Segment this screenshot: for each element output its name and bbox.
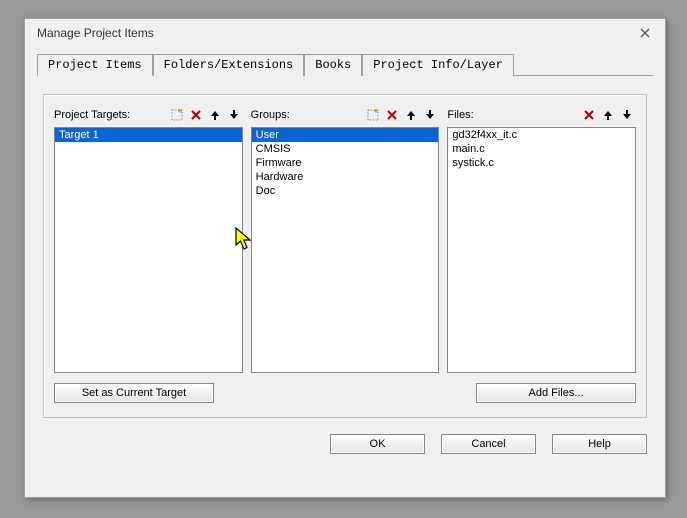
list-item[interactable]: systick.c	[448, 156, 635, 170]
add-files-button[interactable]: Add Files...	[476, 383, 636, 403]
down-arrow-icon	[621, 109, 633, 121]
groups-listbox[interactable]: User CMSIS Firmware Hardware Doc	[251, 127, 440, 373]
groups-header: Groups:	[251, 105, 440, 125]
files-down-button[interactable]	[618, 106, 636, 124]
list-item[interactable]: Doc	[252, 184, 439, 198]
files-column: Files: gd32f4xx_it.c main.c systick.c	[447, 105, 636, 373]
dialog-button-row: OK Cancel Help	[25, 426, 665, 466]
tab-strip: Project Items Folders/Extensions Books P…	[25, 47, 665, 75]
dialog-window: Manage Project Items Project Items Folde…	[24, 18, 666, 498]
down-arrow-icon	[424, 109, 436, 121]
groups-up-button[interactable]	[402, 106, 420, 124]
delete-icon	[386, 109, 398, 121]
tab-project-items[interactable]: Project Items	[37, 54, 153, 76]
cancel-button[interactable]: Cancel	[441, 434, 536, 454]
close-button[interactable]	[633, 23, 657, 43]
list-item[interactable]: Firmware	[252, 156, 439, 170]
list-item[interactable]: Target 1	[55, 128, 242, 142]
set-current-target-button[interactable]: Set as Current Target	[54, 383, 214, 403]
targets-header: Project Targets:	[54, 105, 243, 125]
targets-column: Project Targets: Target 1	[54, 105, 243, 373]
help-button[interactable]: Help	[552, 434, 647, 454]
files-label: Files:	[447, 109, 579, 121]
targets-listbox[interactable]: Target 1	[54, 127, 243, 373]
list-item[interactable]: Hardware	[252, 170, 439, 184]
down-arrow-icon	[228, 109, 240, 121]
delete-icon	[190, 109, 202, 121]
below-buttons-row: Set as Current Target Add Files...	[54, 383, 636, 403]
tab-books[interactable]: Books	[304, 54, 362, 76]
spacer	[214, 383, 476, 403]
tab-folders-extensions[interactable]: Folders/Extensions	[153, 54, 305, 76]
groups-down-button[interactable]	[421, 106, 439, 124]
targets-label: Project Targets:	[54, 109, 167, 121]
list-item[interactable]: CMSIS	[252, 142, 439, 156]
files-delete-button[interactable]	[580, 106, 598, 124]
close-icon	[640, 28, 650, 38]
files-listbox[interactable]: gd32f4xx_it.c main.c systick.c	[447, 127, 636, 373]
new-icon	[170, 108, 184, 122]
files-up-button[interactable]	[599, 106, 617, 124]
up-arrow-icon	[602, 109, 614, 121]
up-arrow-icon	[405, 109, 417, 121]
groups-new-button[interactable]	[364, 106, 382, 124]
new-icon	[366, 108, 380, 122]
titlebar: Manage Project Items	[25, 19, 665, 47]
list-item[interactable]: gd32f4xx_it.c	[448, 128, 635, 142]
up-arrow-icon	[209, 109, 221, 121]
window-title: Manage Project Items	[37, 26, 633, 40]
groups-delete-button[interactable]	[383, 106, 401, 124]
targets-new-button[interactable]	[168, 106, 186, 124]
groups-label: Groups:	[251, 109, 364, 121]
tab-project-info-layer[interactable]: Project Info/Layer	[362, 54, 514, 76]
files-header: Files:	[447, 105, 636, 125]
columns-row: Project Targets: Target 1	[54, 105, 636, 373]
list-item[interactable]: main.c	[448, 142, 635, 156]
targets-up-button[interactable]	[206, 106, 224, 124]
groups-column: Groups: User CMSIS	[251, 105, 440, 373]
list-item[interactable]: User	[252, 128, 439, 142]
targets-delete-button[interactable]	[187, 106, 205, 124]
content-frame: Project Targets: Target 1	[43, 94, 647, 418]
ok-button[interactable]: OK	[330, 434, 425, 454]
targets-down-button[interactable]	[225, 106, 243, 124]
delete-icon	[583, 109, 595, 121]
